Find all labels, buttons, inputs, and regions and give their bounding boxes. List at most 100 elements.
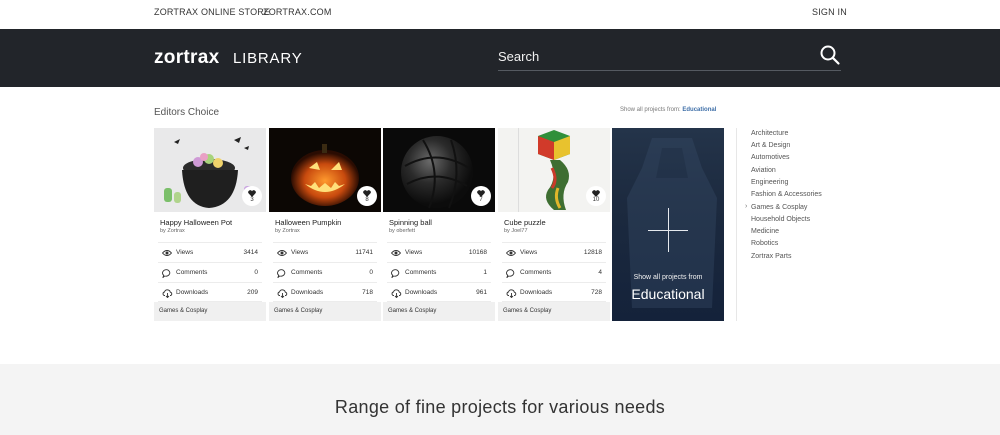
views-row: Views 10168 — [387, 242, 491, 262]
views-row: Views 12818 — [502, 242, 606, 262]
category-item-art-design[interactable]: Art & Design — [751, 142, 790, 149]
eye-icon — [391, 250, 401, 256]
project-author[interactable]: by Zortrax — [160, 228, 185, 234]
project-title[interactable]: Happy Halloween Pot — [160, 218, 232, 227]
heart-icon — [477, 190, 485, 197]
category-list: Architecture Art & Design Automotives Av… — [736, 128, 856, 321]
views-label: Views — [520, 249, 538, 256]
promo-title: Educational — [631, 286, 705, 302]
views-label: Views — [291, 249, 309, 256]
project-category[interactable]: Games & Cosplay — [383, 302, 495, 321]
comments-row: Comments 1 — [387, 262, 491, 282]
comments-row: Comments 4 — [502, 262, 606, 282]
cloud-download-icon — [162, 289, 173, 298]
project-thumbnail[interactable]: 7 — [383, 128, 495, 212]
comment-icon — [391, 269, 400, 278]
category-item-automotives[interactable]: Automotives — [751, 154, 790, 161]
eye-icon — [277, 250, 287, 256]
chevron-right-icon: › — [745, 203, 748, 210]
zortrax-com-link[interactable]: ZORTRAX.COM — [263, 7, 332, 17]
project-title[interactable]: Cube puzzle — [504, 218, 546, 227]
project-card[interactable]: 10 Cube puzzle by Joel77 Views 12818 Com… — [498, 128, 610, 321]
heart-icon — [592, 190, 600, 197]
project-category[interactable]: Games & Cosplay — [154, 302, 266, 321]
cloud-download-icon — [391, 289, 402, 298]
editors-choice-title: Editors Choice — [154, 107, 220, 118]
comments-label: Comments — [405, 269, 437, 276]
cloud-download-icon — [277, 289, 288, 298]
project-thumbnail[interactable]: 3 — [154, 128, 266, 212]
show-from-value[interactable]: Educational — [682, 107, 716, 113]
comments-row: Comments 0 — [273, 262, 377, 282]
project-author[interactable]: by oberfett — [389, 228, 415, 234]
project-title[interactable]: Spinning ball — [389, 218, 432, 227]
cloud-download-icon — [506, 289, 517, 298]
category-item-zortrax-parts[interactable]: Zortrax Parts — [751, 253, 791, 260]
comment-icon — [277, 269, 286, 278]
category-item-robotics[interactable]: Robotics — [751, 240, 778, 247]
comment-icon — [506, 269, 515, 278]
downloads-count: 718 — [362, 289, 373, 296]
robot-silhouette-image — [627, 138, 717, 308]
comments-label: Comments — [291, 269, 323, 276]
range-section: Range of fine projects for various needs — [0, 364, 1000, 435]
sign-in-link[interactable]: SIGN IN — [812, 7, 847, 17]
project-author[interactable]: by Joel77 — [504, 228, 528, 234]
show-from-label: Show all projects from: — [620, 107, 681, 113]
project-author[interactable]: by Zortrax — [275, 228, 300, 234]
category-item-architecture[interactable]: Architecture — [751, 130, 788, 137]
downloads-count: 961 — [476, 289, 487, 296]
online-store-link[interactable]: ZORTRAX ONLINE STORE — [154, 7, 270, 17]
like-count: 3 — [250, 197, 254, 203]
project-category[interactable]: Games & Cosplay — [498, 302, 610, 321]
eye-icon — [506, 250, 516, 256]
comments-row: Comments 0 — [158, 262, 262, 282]
zortrax-logo[interactable]: zortrax — [154, 47, 219, 69]
views-count: 10168 — [468, 249, 487, 256]
project-card[interactable]: 8 Halloween Pumpkin by Zortrax Views 117… — [269, 128, 381, 321]
like-button[interactable]: 8 — [357, 186, 377, 206]
project-stats: Views 10168 Comments 1 Downloads 961 — [387, 242, 491, 302]
project-card[interactable]: 3 Happy Halloween Pot by Zortrax Views 3… — [154, 128, 266, 321]
heart-icon — [248, 190, 256, 197]
eye-icon — [162, 250, 172, 256]
downloads-row: Downloads 728 — [502, 282, 606, 302]
comments-count: 0 — [369, 269, 373, 276]
comments-label: Comments — [520, 269, 552, 276]
search-icon[interactable] — [819, 44, 841, 66]
heart-icon — [363, 190, 371, 197]
project-thumbnail[interactable]: 10 — [498, 128, 610, 212]
comments-count: 0 — [254, 269, 258, 276]
promo-caption: Show all projects from — [633, 274, 703, 281]
comment-icon — [162, 269, 171, 278]
comments-count: 1 — [483, 269, 487, 276]
category-item-engineering[interactable]: Engineering — [751, 179, 788, 186]
comments-count: 4 — [598, 269, 602, 276]
downloads-label: Downloads — [520, 289, 553, 296]
views-count: 11741 — [355, 249, 373, 256]
like-count: 7 — [479, 197, 483, 203]
category-item-fashion[interactable]: Fashion & Accessories — [751, 191, 822, 198]
like-count: 8 — [365, 197, 369, 203]
downloads-label: Downloads — [291, 289, 324, 296]
like-button[interactable]: 3 — [242, 186, 262, 206]
category-item-medicine[interactable]: Medicine — [751, 228, 779, 235]
project-stats: Views 11741 Comments 0 Downloads 718 — [273, 242, 377, 302]
like-button[interactable]: 10 — [586, 186, 606, 206]
search-input[interactable] — [498, 46, 798, 66]
downloads-row: Downloads 961 — [387, 282, 491, 302]
views-count: 12818 — [583, 249, 602, 256]
educational-promo-tile[interactable]: Show all projects from Educational — [612, 128, 724, 321]
project-thumbnail[interactable]: 8 — [269, 128, 381, 212]
views-count: 3414 — [243, 249, 258, 256]
downloads-count: 728 — [591, 289, 602, 296]
category-item-aviation[interactable]: Aviation — [751, 167, 776, 174]
like-button[interactable]: 7 — [471, 186, 491, 206]
project-card[interactable]: 7 Spinning ball by oberfett Views 10168 … — [383, 128, 495, 321]
range-heading: Range of fine projects for various needs — [334, 397, 666, 417]
project-category[interactable]: Games & Cosplay — [269, 302, 381, 321]
show-all-projects-link[interactable]: Show all projects from: Educational — [620, 107, 716, 113]
category-item-household[interactable]: Household Objects — [751, 216, 810, 223]
project-title[interactable]: Halloween Pumpkin — [275, 218, 341, 227]
category-item-games-cosplay[interactable]: Games & Cosplay — [751, 204, 807, 211]
